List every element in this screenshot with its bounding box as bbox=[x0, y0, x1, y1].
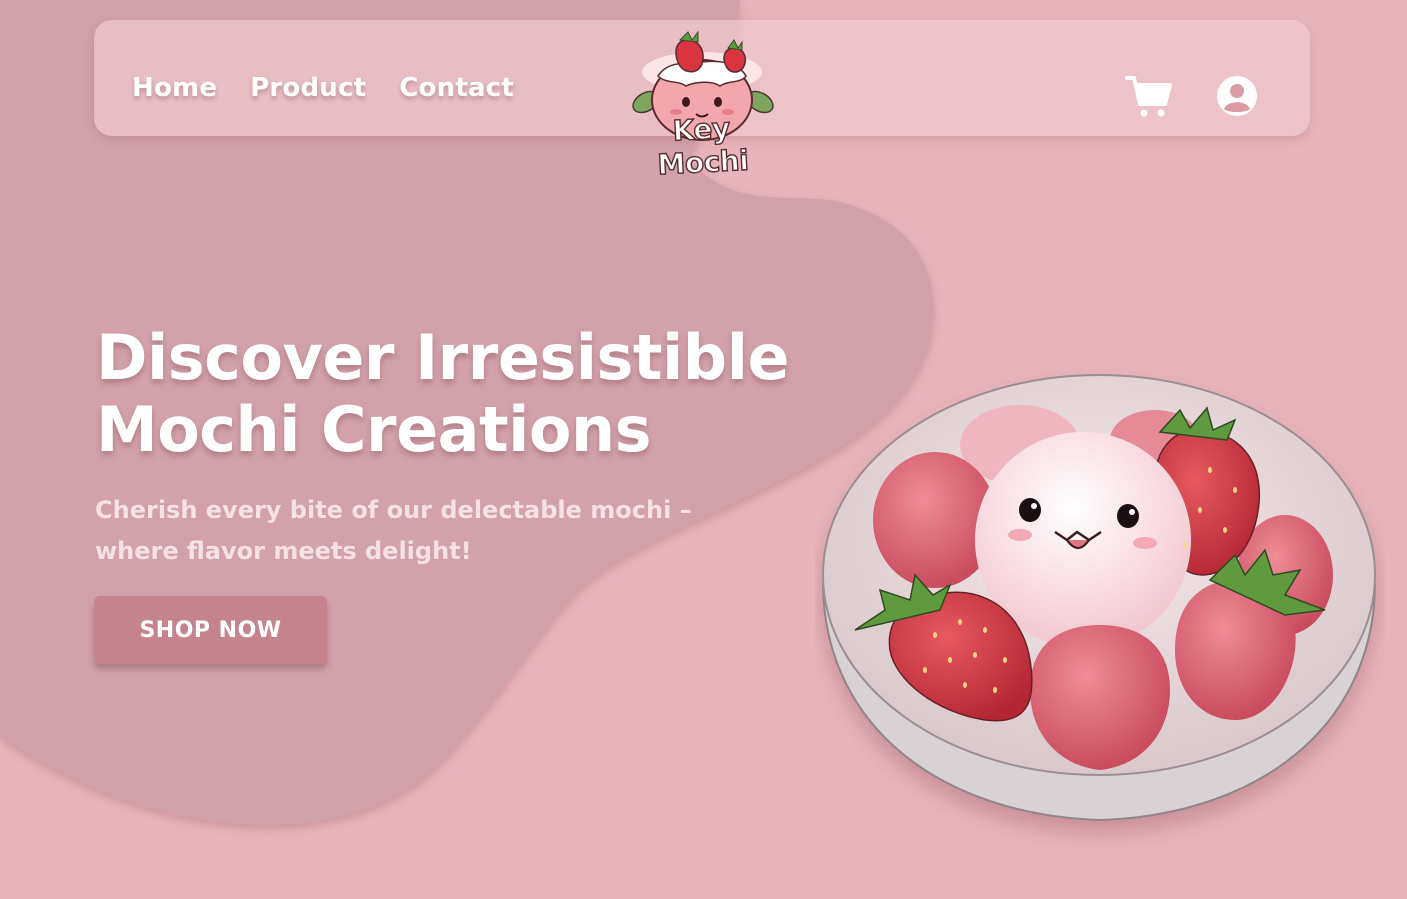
shop-now-button[interactable]: SHOP NOW bbox=[94, 596, 327, 664]
hero-title-line-2: Mochi Creations bbox=[96, 393, 652, 466]
mochi-bowl-illustration bbox=[821, 374, 1377, 822]
cart-icon[interactable] bbox=[1125, 72, 1173, 120]
nav-link-home[interactable]: Home bbox=[132, 75, 217, 101]
nav-links: Home Product Contact bbox=[132, 75, 514, 101]
hero-subtitle: Cherish every bite of our delectable moc… bbox=[95, 496, 692, 565]
brand-logo[interactable]: Key Mochi bbox=[628, 20, 776, 182]
nav-link-product[interactable]: Product bbox=[250, 75, 366, 101]
hero-title: Discover Irresistible Mochi Creations bbox=[96, 322, 836, 466]
hero-title-line-1: Discover Irresistible bbox=[96, 321, 790, 394]
nav-link-contact[interactable]: Contact bbox=[399, 75, 514, 101]
logo-wordmark: Key Mochi bbox=[656, 111, 750, 182]
user-avatar-icon[interactable] bbox=[1216, 75, 1258, 117]
